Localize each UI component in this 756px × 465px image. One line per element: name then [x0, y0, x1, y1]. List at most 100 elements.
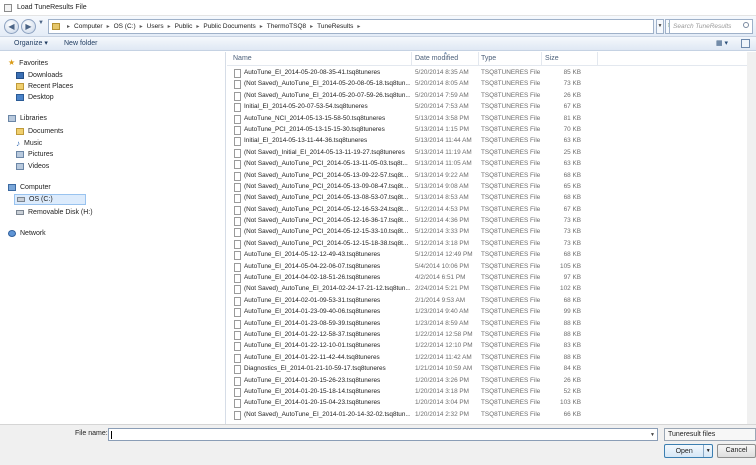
breadcrumb-item[interactable]: ThermoTSQ8: [267, 23, 306, 30]
file-name-cell: (Not Saved)_AutoTune_PCI_2014-05-12-15-3…: [244, 228, 409, 236]
organize-button[interactable]: Organize ▾: [14, 39, 48, 49]
file-name-dropdown-icon[interactable]: ▼: [648, 429, 657, 442]
table-row[interactable]: (Not Saved)_AutoTune_EI_2014-05-20-08-05…: [227, 79, 756, 90]
forward-button[interactable]: ▶: [21, 19, 36, 34]
table-row[interactable]: Initial_EI_2014-05-13-11-44-36.tsq8tuner…: [227, 136, 756, 147]
change-view-icon[interactable]: ▦ ▾: [716, 39, 728, 47]
navigation-pane: ★ Favorites Downloads Recent Places Desk…: [0, 52, 226, 424]
table-row[interactable]: AutoTune_EI_2014-01-23-09-40-06.tsq8tune…: [227, 307, 756, 318]
sidebar-item-pictures[interactable]: Pictures: [16, 149, 53, 160]
table-row[interactable]: (Not Saved)_AutoTune_EI_2014-02-24-17-21…: [227, 284, 756, 295]
sidebar-item-os-c[interactable]: OS (C:): [14, 194, 86, 205]
column-header-name[interactable]: Name: [233, 55, 252, 62]
breadcrumb-separator[interactable]: ▸: [196, 23, 199, 30]
table-row[interactable]: AutoTune_EI_2014-05-04-22-06-07.tsq8tune…: [227, 262, 756, 273]
table-row[interactable]: AutoTune_EI_2014-01-22-11-42-44.tsq8tune…: [227, 353, 756, 364]
open-options-dropdown-icon[interactable]: ▼: [703, 445, 712, 457]
file-size-cell: 88 KB: [563, 353, 581, 361]
column-divider[interactable]: [541, 52, 542, 66]
breadcrumb-item[interactable]: Users: [147, 23, 164, 30]
table-row[interactable]: (Not Saved)_AutoTune_EI_2014-05-20-07-59…: [227, 91, 756, 102]
recent-pages-dropdown[interactable]: ▼: [38, 20, 44, 26]
table-row[interactable]: (Not Saved)_AutoTune_PCI_2014-05-13-11-0…: [227, 159, 756, 170]
file-icon: [234, 148, 241, 158]
table-row[interactable]: AutoTune_EI_2014-01-20-15-04-23.tsq8tune…: [227, 398, 756, 409]
address-history-dropdown[interactable]: ▼: [656, 19, 664, 34]
table-row[interactable]: AutoTune_EI_2014-01-20-15-18-14.tsq8tune…: [227, 387, 756, 398]
table-row[interactable]: AutoTune_EI_2014-04-02-18-51-26.tsq8tune…: [227, 273, 756, 284]
table-row[interactable]: AutoTune_EI_2014-01-23-08-59-39.tsq8tune…: [227, 319, 756, 330]
cancel-button[interactable]: Cancel: [717, 444, 756, 458]
table-row[interactable]: (Not Saved)_AutoTune_PCI_2014-05-13-09-0…: [227, 182, 756, 193]
file-size-cell: 73 KB: [563, 239, 581, 247]
breadcrumb-separator[interactable]: ▸: [168, 23, 171, 30]
column-header-size[interactable]: Size: [545, 55, 559, 62]
preview-pane-icon[interactable]: [741, 39, 750, 48]
column-divider[interactable]: [478, 52, 479, 66]
table-row[interactable]: Diagnostics_EI_2014-01-21-10-59-17.tsq8t…: [227, 364, 756, 375]
column-header-type[interactable]: Type: [481, 55, 496, 62]
table-row[interactable]: (Not Saved)_AutoTune_EI_2014-01-20-14-32…: [227, 410, 756, 421]
address-bar[interactable]: ▸ Computer ▸ OS (C:) ▸ Users ▸ Public ▸ Public Do…: [48, 19, 654, 34]
breadcrumb-separator[interactable]: ▸: [357, 23, 360, 30]
back-button[interactable]: ◀: [4, 19, 19, 34]
table-row[interactable]: AutoTune_EI_2014-01-20-15-26-23.tsq8tune…: [227, 376, 756, 387]
table-row[interactable]: (Not Saved)_AutoTune_PCI_2014-05-13-08-5…: [227, 193, 756, 204]
libraries-label: Libraries: [20, 115, 47, 122]
file-date-cell: 2/24/2014 5:21 PM: [415, 285, 470, 293]
breadcrumb-item[interactable]: Computer: [74, 23, 103, 30]
breadcrumb-item[interactable]: TuneResults: [317, 23, 353, 30]
breadcrumb-separator[interactable]: ▸: [140, 23, 143, 30]
file-type-filter[interactable]: Tuneresult files: [664, 428, 756, 441]
network-group[interactable]: Network: [8, 230, 46, 237]
file-icon: [234, 296, 241, 306]
computer-group[interactable]: Computer: [8, 184, 51, 191]
vertical-scrollbar[interactable]: [747, 52, 756, 424]
table-row[interactable]: (Not Saved)_AutoTune_PCI_2014-05-13-09-2…: [227, 171, 756, 182]
sidebar-item-recent-places[interactable]: Recent Places: [16, 81, 73, 92]
table-row[interactable]: AutoTune_EI_2014-05-20-08-35-41.tsq8tune…: [227, 68, 756, 79]
table-row[interactable]: (Not Saved)_AutoTune_PCI_2014-05-12-16-5…: [227, 205, 756, 216]
column-divider[interactable]: [411, 52, 412, 66]
sidebar-item-videos[interactable]: Videos: [16, 161, 49, 172]
breadcrumb-item[interactable]: OS (C:): [114, 23, 136, 30]
breadcrumb-separator[interactable]: ▸: [260, 23, 263, 30]
file-icon: [234, 125, 241, 135]
breadcrumb-separator[interactable]: ▸: [67, 23, 70, 30]
table-row[interactable]: AutoTune_EI_2014-02-01-09-53-31.tsq8tune…: [227, 296, 756, 307]
file-date-cell: 5/13/2014 11:44 AM: [415, 137, 472, 145]
file-size-cell: 84 KB: [563, 365, 581, 373]
table-row[interactable]: AutoTune_PCI_2014-05-13-15-15-30.tsq8tun…: [227, 125, 756, 136]
table-row[interactable]: (Not Saved)_AutoTune_PCI_2014-05-12-16-3…: [227, 216, 756, 227]
column-divider[interactable]: [597, 52, 598, 66]
table-row[interactable]: (Not Saved)_Initial_EI_2014-05-13-11-19-…: [227, 148, 756, 159]
table-row[interactable]: (Not Saved)_AutoTune_PCI_2014-05-12-15-3…: [227, 227, 756, 238]
table-row[interactable]: (Not Saved)_AutoTune_PCI_2014-05-12-15-1…: [227, 239, 756, 250]
table-row[interactable]: AutoTune_EI_2014-01-22-12-10-01.tsq8tune…: [227, 341, 756, 352]
sidebar-item-downloads[interactable]: Downloads: [16, 70, 63, 81]
table-row[interactable]: AutoTune_NCI_2014-05-13-15-58-50.tsq8tun…: [227, 114, 756, 125]
libraries-group[interactable]: Libraries: [8, 115, 47, 122]
sidebar-item-music[interactable]: ♪ Music: [16, 138, 42, 149]
column-header-date[interactable]: Date modified: [415, 55, 458, 62]
file-name-input[interactable]: ▼: [108, 428, 658, 441]
new-folder-button[interactable]: New folder: [64, 39, 97, 49]
breadcrumb-item[interactable]: Public: [175, 23, 193, 30]
sidebar-item-documents[interactable]: Documents: [16, 126, 63, 137]
breadcrumb-separator[interactable]: ▸: [310, 23, 313, 30]
favorites-group[interactable]: ★ Favorites: [8, 59, 48, 67]
sidebar-item-desktop[interactable]: Desktop: [16, 92, 54, 103]
table-row[interactable]: AutoTune_EI_2014-05-12-12-49-43.tsq8tune…: [227, 250, 756, 261]
file-icon: [234, 239, 241, 249]
open-button[interactable]: Open ▼: [664, 444, 713, 458]
search-input[interactable]: Search TuneResults: [669, 19, 753, 34]
file-name-cell: AutoTune_EI_2014-01-20-15-26-23.tsq8tune…: [244, 376, 381, 384]
sidebar-item-label: Removable Disk (H:): [28, 209, 93, 216]
table-row[interactable]: AutoTune_EI_2014-01-22-12-58-37.tsq8tune…: [227, 330, 756, 341]
file-name-cell: (Not Saved)_Initial_EI_2014-05-13-11-19-…: [244, 148, 405, 156]
sidebar-item-removable-disk[interactable]: Removable Disk (H:): [16, 207, 93, 218]
table-row[interactable]: Initial_EI_2014-05-20-07-53-54.tsq8tuner…: [227, 102, 756, 113]
breadcrumb-item[interactable]: Public Documents: [203, 23, 255, 30]
breadcrumb-separator[interactable]: ▸: [107, 23, 110, 30]
file-date-cell: 5/12/2014 4:53 PM: [415, 205, 470, 213]
